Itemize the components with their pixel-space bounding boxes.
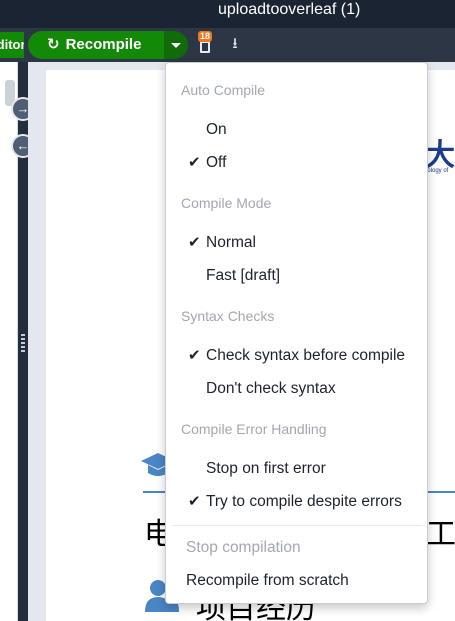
recompile-button[interactable]: ↻ Recompile	[28, 31, 164, 59]
menu-item-stop-first-error[interactable]: Stop on first error	[166, 454, 427, 484]
menu-item-dont-check-syntax[interactable]: Don't check syntax	[166, 374, 427, 404]
menu-item-label: Off	[206, 154, 227, 171]
refresh-icon: ↻	[47, 36, 60, 53]
check-icon: ✔	[188, 347, 201, 364]
menu-item-auto-compile-off[interactable]: ✔ Off	[166, 148, 427, 178]
menu-item-label: Stop on first error	[206, 460, 326, 477]
menu-item-compile-despite-errors[interactable]: ✔ Try to compile despite errors	[166, 487, 427, 517]
project-title: uploadtooverleaf (1)	[218, 1, 361, 18]
logs-button[interactable]: 18	[197, 31, 213, 54]
menu-item-mode-normal[interactable]: ✔ Normal	[166, 228, 427, 258]
download-pdf-button[interactable]: ⭳	[227, 35, 243, 53]
logs-count-badge: 18	[198, 31, 213, 42]
menu-item-label: Check syntax before compile	[206, 347, 406, 364]
menu-item-auto-compile-on[interactable]: On	[166, 115, 427, 145]
download-icon: ⭳	[232, 35, 238, 52]
toolbar: Editor ↻ Recompile 18 ⭳	[0, 28, 455, 62]
document-icon	[200, 41, 210, 53]
title-bar: uploadtooverleaf (1)	[0, 0, 455, 28]
editor-tab[interactable]: Editor	[0, 32, 24, 58]
menu-header-syntax-checks: Syntax Checks	[181, 308, 275, 324]
check-icon: ✔	[188, 493, 201, 510]
menu-item-check-syntax[interactable]: ✔ Check syntax before compile	[166, 341, 427, 371]
menu-divider	[172, 525, 423, 526]
menu-item-label: On	[206, 121, 227, 138]
menu-item-label: Stop compilation	[186, 539, 301, 556]
menu-item-label: Normal	[206, 234, 256, 251]
menu-item-recompile-from-scratch[interactable]: Recompile from scratch	[166, 566, 427, 596]
menu-header-auto-compile: Auto Compile	[181, 82, 266, 98]
menu-item-label: Try to compile despite errors	[206, 493, 402, 510]
menu-item-label: Recompile from scratch	[186, 572, 349, 589]
menu-item-mode-fast[interactable]: Fast [draft]	[166, 261, 427, 291]
resize-handle[interactable]	[21, 334, 25, 352]
recompile-options-toggle[interactable]	[164, 31, 188, 59]
menu-item-label: Don't check syntax	[206, 380, 336, 397]
pdf-section-heading-right: 工	[426, 517, 455, 552]
menu-header-error-handling: Compile Error Handling	[181, 421, 327, 437]
check-icon: ✔	[188, 154, 201, 171]
check-icon: ✔	[188, 234, 201, 251]
menu-item-stop-compilation[interactable]: Stop compilation	[166, 533, 427, 563]
menu-item-label: Fast [draft]	[206, 267, 281, 284]
recompile-label: Recompile	[65, 36, 142, 53]
menu-header-compile-mode: Compile Mode	[181, 195, 272, 211]
compile-options-menu: Auto Compile On ✔ Off Compile Mode ✔ Nor…	[165, 62, 428, 604]
caret-down-icon	[171, 43, 181, 48]
